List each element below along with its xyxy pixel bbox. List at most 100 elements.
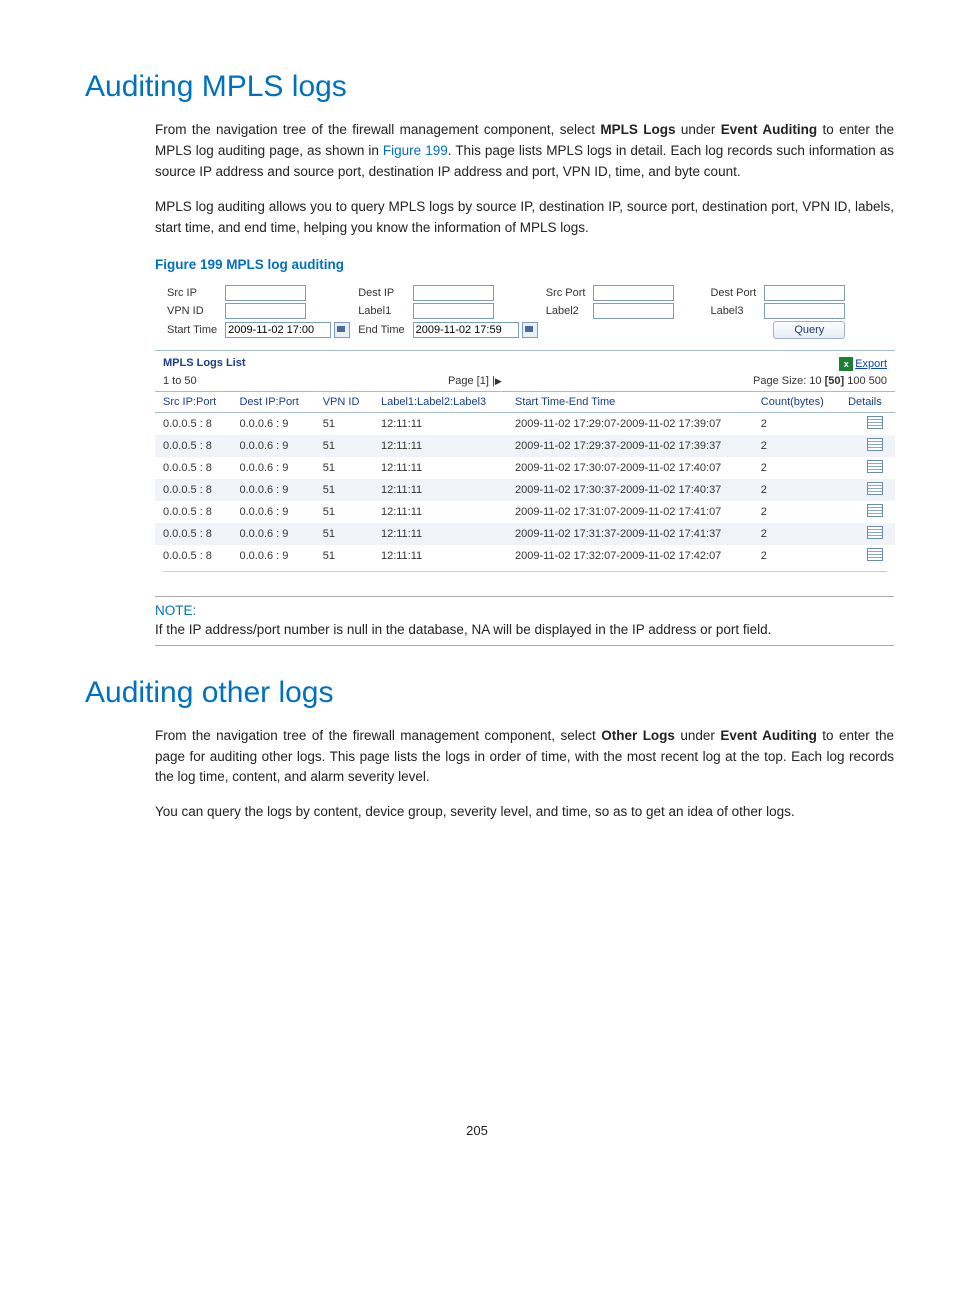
text: From the navigation tree of the firewall… [155, 122, 600, 137]
input-start-time[interactable] [225, 322, 331, 338]
figure-caption-199: Figure 199 MPLS log auditing [155, 257, 894, 272]
label-end-time: End Time [354, 320, 408, 340]
col-dest-ip-port[interactable]: Dest IP:Port [231, 391, 314, 412]
label-dest-ip: Dest IP [354, 284, 408, 302]
table-cell: 51 [315, 479, 373, 501]
table-cell: 2009-11-02 17:32:07-2009-11-02 17:42:07 [507, 545, 753, 567]
table-row: 0.0.0.5 : 80.0.0.6 : 95112:11:112009-11-… [155, 412, 895, 435]
label-src-port: Src Port [542, 284, 590, 302]
table-cell: 51 [315, 545, 373, 567]
table-cell: 2 [753, 501, 840, 523]
heading-auditing-mpls-logs: Auditing MPLS logs [85, 70, 894, 104]
label-label2: Label2 [542, 302, 590, 320]
table-cell: 0.0.0.6 : 9 [231, 435, 314, 457]
details-icon[interactable] [867, 504, 883, 517]
para-mpls-1: From the navigation tree of the firewall… [155, 120, 894, 183]
table-cell: 0.0.0.5 : 8 [155, 412, 231, 435]
input-label1[interactable] [413, 303, 494, 319]
details-cell[interactable] [840, 435, 895, 457]
para-mpls-2: MPLS log auditing allows you to query MP… [155, 197, 894, 239]
text: From the navigation tree of the firewall… [155, 728, 601, 743]
details-icon[interactable] [867, 416, 883, 429]
note-title: NOTE: [155, 603, 894, 618]
table-cell: 2009-11-02 17:31:07-2009-11-02 17:41:07 [507, 501, 753, 523]
table-cell: 12:11:11 [373, 501, 507, 523]
input-vpn-id[interactable] [225, 303, 306, 319]
details-cell[interactable] [840, 412, 895, 435]
col-count-bytes[interactable]: Count(bytes) [753, 391, 840, 412]
input-label3[interactable] [764, 303, 845, 319]
label-src-ip: Src IP [163, 284, 221, 302]
table-row: 0.0.0.5 : 80.0.0.6 : 95112:11:112009-11-… [155, 523, 895, 545]
text: under [675, 728, 720, 743]
table-cell: 51 [315, 501, 373, 523]
label-vpn-id: VPN ID [163, 302, 221, 320]
calendar-icon[interactable] [334, 322, 350, 338]
details-cell[interactable] [840, 523, 895, 545]
input-dest-ip[interactable] [413, 285, 494, 301]
table-cell: 12:11:11 [373, 523, 507, 545]
bold-event-auditing-2: Event Auditing [720, 728, 816, 743]
table-cell: 0.0.0.6 : 9 [231, 523, 314, 545]
table-cell: 2 [753, 523, 840, 545]
bold-other-logs: Other Logs [601, 728, 675, 743]
next-page-icon[interactable]: ▶ [495, 376, 502, 386]
table-row: 0.0.0.5 : 80.0.0.6 : 95112:11:112009-11-… [155, 501, 895, 523]
pager-range: 1 to 50 [163, 375, 197, 387]
table-cell: 2009-11-02 17:30:37-2009-11-02 17:40:37 [507, 479, 753, 501]
details-cell[interactable] [840, 501, 895, 523]
col-start-end-time[interactable]: Start Time-End Time [507, 391, 753, 412]
table-cell: 51 [315, 457, 373, 479]
input-label2[interactable] [593, 303, 674, 319]
table-cell: 2 [753, 435, 840, 457]
input-src-port[interactable] [593, 285, 674, 301]
table-cell: 51 [315, 435, 373, 457]
bold-mpls-logs: MPLS Logs [600, 122, 675, 137]
table-cell: 2009-11-02 17:29:07-2009-11-02 17:39:07 [507, 412, 753, 435]
calendar-icon[interactable] [522, 322, 538, 338]
table-cell: 0.0.0.6 : 9 [231, 412, 314, 435]
table-cell: 2 [753, 545, 840, 567]
table-cell: 12:11:11 [373, 545, 507, 567]
details-cell[interactable] [840, 457, 895, 479]
page-number: 205 [60, 1123, 894, 1138]
col-details[interactable]: Details [840, 391, 895, 412]
figure-ref-199[interactable]: Figure 199 [383, 143, 448, 158]
details-icon[interactable] [867, 438, 883, 451]
table-row: 0.0.0.5 : 80.0.0.6 : 95112:11:112009-11-… [155, 435, 895, 457]
table-cell: 51 [315, 412, 373, 435]
details-cell[interactable] [840, 479, 895, 501]
table-cell: 12:11:11 [373, 479, 507, 501]
label-label3: Label3 [706, 302, 760, 320]
details-icon[interactable] [867, 548, 883, 561]
table-row: 0.0.0.5 : 80.0.0.6 : 95112:11:112009-11-… [155, 545, 895, 567]
table-cell: 2009-11-02 17:30:07-2009-11-02 17:40:07 [507, 457, 753, 479]
label-dest-port: Dest Port [706, 284, 760, 302]
input-src-ip[interactable] [225, 285, 306, 301]
col-labels[interactable]: Label1:Label2:Label3 [373, 391, 507, 412]
text: under [675, 122, 720, 137]
col-vpn-id[interactable]: VPN ID [315, 391, 373, 412]
pager-sizes[interactable]: Page Size: 10 [50] 100 500 [753, 375, 887, 387]
export-link[interactable]: xExport [839, 357, 887, 371]
query-button[interactable]: Query [773, 321, 845, 339]
table-cell: 0.0.0.5 : 8 [155, 501, 231, 523]
details-icon[interactable] [867, 482, 883, 495]
table-cell: 0.0.0.5 : 8 [155, 479, 231, 501]
table-cell: 2009-11-02 17:31:37-2009-11-02 17:41:37 [507, 523, 753, 545]
bold-event-auditing: Event Auditing [721, 122, 817, 137]
pager-page[interactable]: Page [1] |▶ [448, 375, 502, 387]
table-cell: 12:11:11 [373, 412, 507, 435]
input-end-time[interactable] [413, 322, 519, 338]
details-cell[interactable] [840, 545, 895, 567]
table-cell: 0.0.0.6 : 9 [231, 545, 314, 567]
note-body: If the IP address/port number is null in… [155, 622, 894, 637]
mpls-logs-table: Src IP:Port Dest IP:Port VPN ID Label1:L… [155, 391, 895, 567]
details-icon[interactable] [867, 460, 883, 473]
details-icon[interactable] [867, 526, 883, 539]
query-filters: Src IP Dest IP Src Port Dest Port VPN ID… [155, 278, 895, 350]
table-cell: 2 [753, 412, 840, 435]
input-dest-port[interactable] [764, 285, 845, 301]
figure-199-screenshot: Src IP Dest IP Src Port Dest Port VPN ID… [155, 278, 895, 572]
col-src-ip-port[interactable]: Src IP:Port [155, 391, 231, 412]
